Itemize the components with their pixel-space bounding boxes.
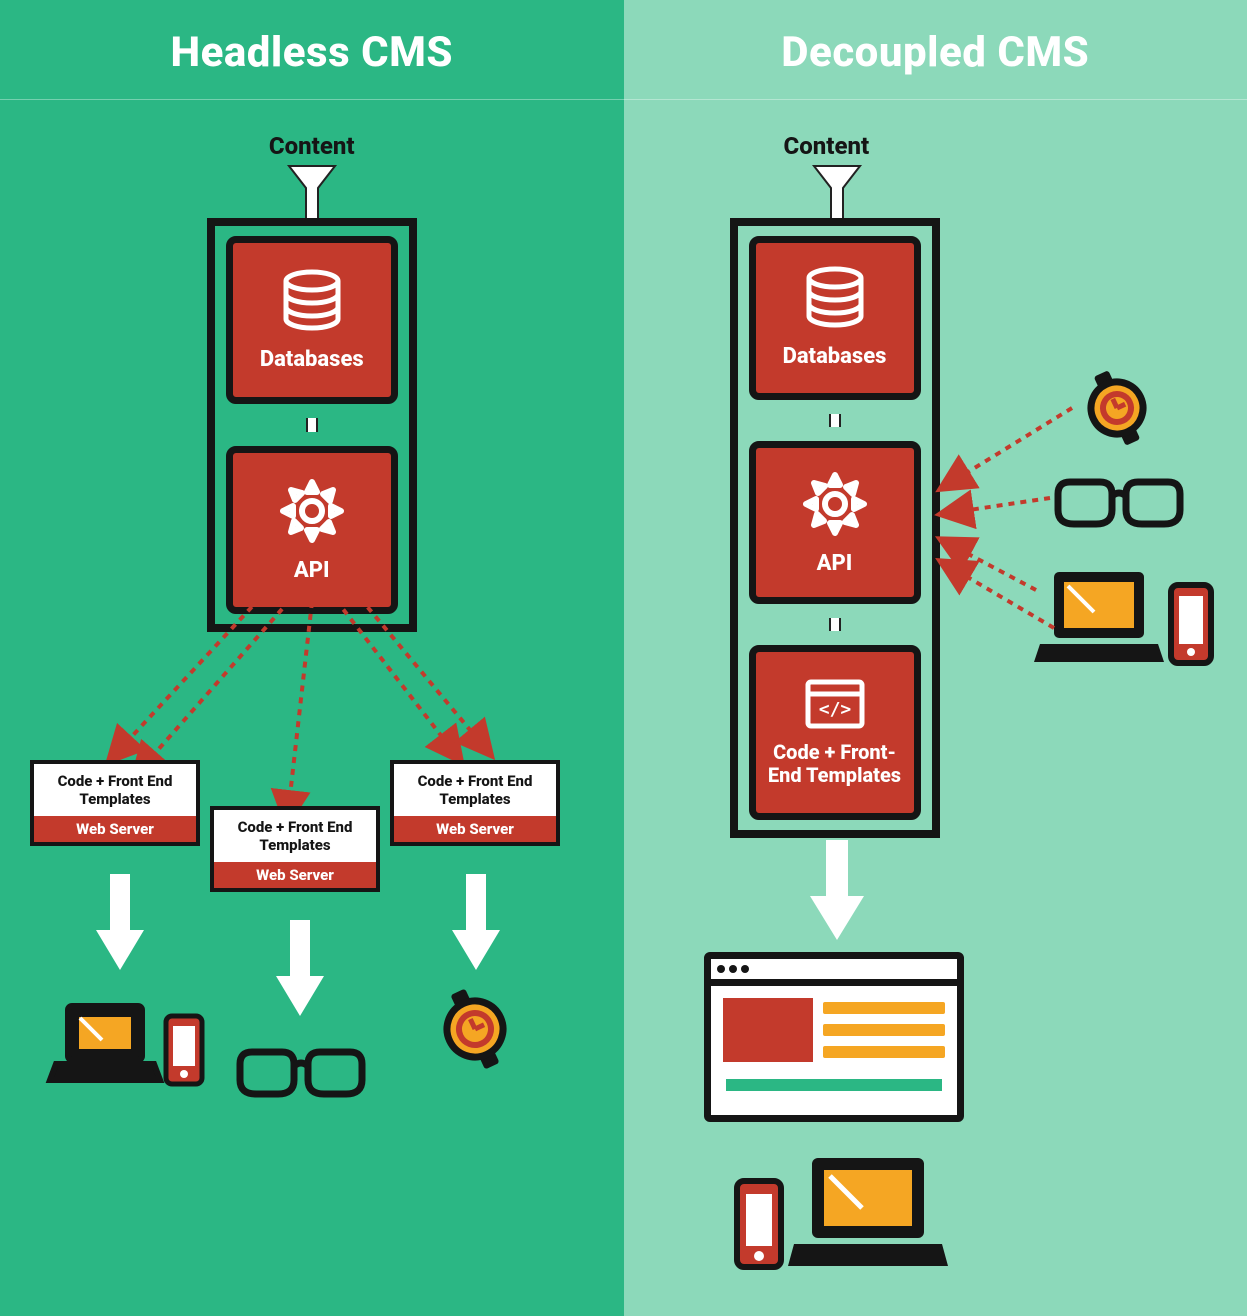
headless-header: Headless CMS (0, 0, 624, 100)
content-label-right: Content (784, 132, 870, 160)
api-label-right: API (811, 551, 859, 576)
databases-module-right: Databases (749, 236, 921, 400)
api-module-right: API (749, 441, 921, 605)
decoupled-header: Decoupled CMS (624, 0, 1247, 100)
gear-icon (277, 476, 347, 550)
svg-text:</>: </> (818, 699, 851, 720)
headless-body: Content Databases API (0, 100, 624, 1316)
databases-label-right: Databases (777, 344, 893, 369)
webserver-box-c: Code + Front End Templates Web Server (390, 760, 560, 846)
decoupled-column: Decoupled CMS Content Databases (624, 0, 1247, 1316)
browser-window-icon (704, 952, 964, 1122)
connector-right-2 (829, 618, 841, 631)
api-module-left: API (226, 446, 398, 614)
arrow-down-c (452, 874, 500, 970)
webserver-box-b: Code + Front End Templates Web Server (210, 806, 380, 892)
webserver-box-a: Code + Front End Templates Web Server (30, 760, 200, 846)
headless-title: Headless CMS (0, 28, 624, 77)
phone-icon (164, 1014, 204, 1086)
phone-icon (734, 1178, 784, 1270)
decoupled-body: Content Databases API (624, 100, 1247, 1316)
phone-laptop-group-right (734, 1152, 948, 1270)
webserver-c-top: Code + Front End Templates (394, 764, 556, 816)
api-label-left: API (288, 558, 336, 583)
devices-to-api-arrows (924, 380, 1164, 680)
databases-label-left: Databases (254, 347, 370, 372)
webserver-a-top: Code + Front End Templates (34, 764, 196, 816)
laptop-icon (788, 1152, 948, 1270)
templates-label-right: Code + Front-End Templates (756, 741, 914, 787)
watch-icon (430, 988, 520, 1074)
arrow-down-b (276, 920, 324, 1016)
backend-frame-left: Databases API (207, 218, 417, 632)
phone-icon (1168, 582, 1214, 666)
funnel-icon-right (814, 166, 860, 224)
webserver-c-bottom: Web Server (394, 816, 556, 842)
arrow-down-a (96, 874, 144, 970)
diagram-root: Headless CMS Content Databases (0, 0, 1247, 1316)
laptop-phone-group-a (50, 1000, 204, 1086)
webserver-b-top: Code + Front End Templates (214, 810, 376, 862)
text-lines-icon (823, 998, 945, 1062)
database-icon (279, 269, 345, 339)
decoupled-title: Decoupled CMS (624, 28, 1247, 77)
gear-icon (800, 469, 870, 543)
cta-bar-icon (723, 1076, 945, 1094)
glasses-icon (236, 1046, 366, 1106)
connector-left (306, 418, 318, 431)
content-label-left: Content (269, 132, 355, 160)
webserver-a-bottom: Web Server (34, 816, 196, 842)
connector-right-1 (829, 414, 841, 427)
funnel-icon (289, 166, 335, 224)
arrow-down-right (810, 840, 864, 940)
headless-column: Headless CMS Content Databases (0, 0, 624, 1316)
databases-module-left: Databases (226, 236, 398, 404)
webserver-b-bottom: Web Server (214, 862, 376, 888)
laptop-icon (50, 1000, 160, 1086)
backend-frame-right: Databases API </> Code + Front-End Templ… (730, 218, 940, 838)
templates-module-right: </> Code + Front-End Templates (749, 645, 921, 820)
database-icon (802, 266, 868, 336)
code-window-icon: </> (805, 679, 865, 733)
content-block-icon (723, 998, 813, 1062)
